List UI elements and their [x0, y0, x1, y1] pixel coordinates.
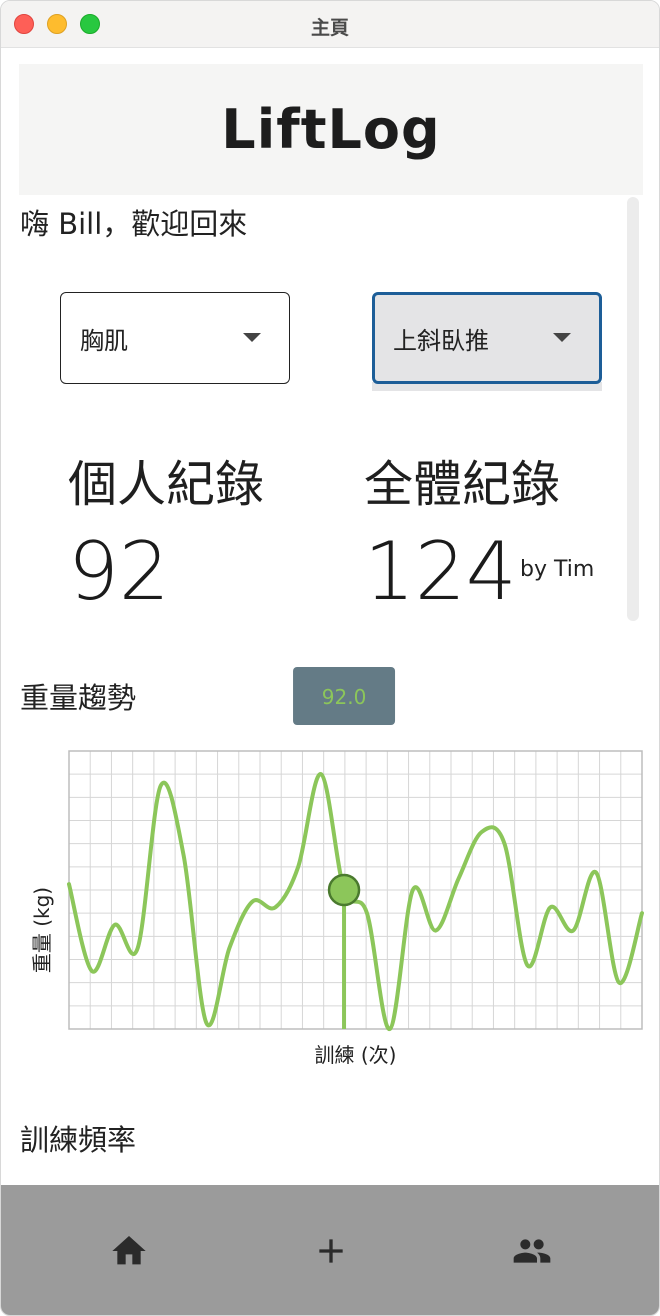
scrollbar[interactable]	[627, 197, 639, 621]
window-title: 主頁	[310, 17, 349, 39]
add-icon[interactable]	[311, 1231, 351, 1271]
personal-record-title: 個人紀錄	[68, 456, 265, 513]
exercise-value: 上斜臥推	[393, 326, 489, 355]
chevron-down-icon	[243, 333, 261, 342]
tooltip-value: 92.0	[322, 685, 367, 709]
app-logo: LiftLog	[221, 98, 441, 161]
series-line-weight	[67, 772, 644, 1032]
muscle-group-value: 胸肌	[80, 326, 128, 355]
global-record-title: 全體紀錄	[364, 456, 561, 513]
global-record-holder: by Tim	[520, 557, 595, 582]
selected-point-marker[interactable]	[327, 873, 361, 907]
exercise-dropdown[interactable]: 上斜臥推	[372, 292, 602, 384]
chevron-down-icon	[553, 333, 571, 342]
greeting-text: 嗨 Bill，歡迎回來	[20, 207, 248, 241]
titlebar: 主頁	[1, 1, 659, 48]
bottom-navigation	[1, 1185, 659, 1315]
chart-tooltip: 92.0	[293, 667, 396, 725]
weight-trend-chart[interactable]: 92.0 訓練 (次) 重量 (kg)	[1, 641, 660, 1081]
muscle-group-dropdown[interactable]: 胸肌	[60, 292, 290, 384]
home-icon[interactable]	[109, 1231, 149, 1271]
app-header: LiftLog	[19, 64, 643, 195]
y-axis-label: 重量 (kg)	[30, 887, 54, 973]
app-window: 主頁 LiftLog 嗨 Bill，歡迎回來 胸肌 上斜臥推 個人紀錄 92 全…	[0, 0, 660, 1316]
x-axis-label: 訓練 (次)	[315, 1043, 397, 1067]
people-icon[interactable]	[512, 1231, 552, 1271]
personal-record-value: 92	[68, 525, 170, 618]
global-record-value: 124	[364, 525, 517, 618]
training-frequency-title: 訓練頻率	[20, 1123, 137, 1157]
